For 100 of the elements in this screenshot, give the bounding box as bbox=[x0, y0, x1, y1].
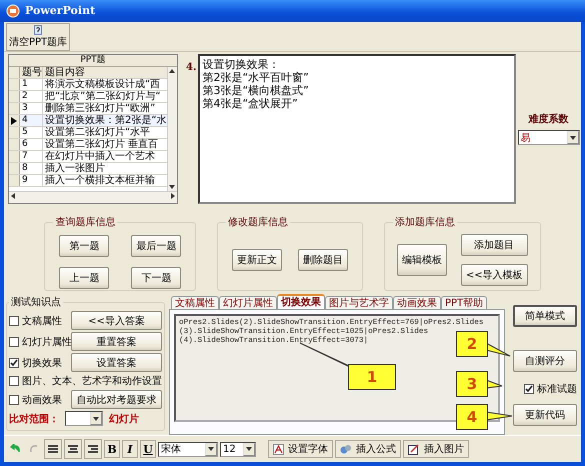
grid-row[interactable]: 1 将演示文稿模板设计成“西 bbox=[9, 79, 167, 92]
tab[interactable]: 文稿属性 bbox=[171, 296, 219, 310]
tab[interactable]: PPT帮助 bbox=[441, 296, 488, 310]
align-center-icon[interactable] bbox=[64, 439, 82, 460]
align-right-icon[interactable] bbox=[84, 439, 102, 460]
action-button[interactable]: 更新正文 bbox=[232, 248, 282, 271]
grid-row[interactable]: 9 插入一个横排文本框并输 bbox=[9, 175, 167, 188]
tab[interactable]: 图片与艺术字 bbox=[325, 296, 393, 310]
action-button[interactable]: 自动比对考题要求 bbox=[71, 390, 162, 410]
table-cell-text: 插入一个横排文本框并输 bbox=[44, 175, 156, 186]
table-cell: 6 bbox=[20, 139, 43, 150]
scroll-arrow-icon[interactable] bbox=[9, 192, 17, 200]
action-button[interactable]: 添加题目 bbox=[460, 234, 528, 256]
clear-bank-button[interactable]: 清空PPT题库 bbox=[6, 22, 70, 51]
checkbox[interactable] bbox=[9, 394, 19, 405]
insert-picture-icon bbox=[408, 444, 420, 455]
row-header[interactable] bbox=[9, 115, 20, 126]
callout-label: 4 bbox=[456, 404, 488, 430]
action-button[interactable]: 设置答案 bbox=[71, 353, 162, 372]
scroll-arrow-icon[interactable] bbox=[245, 445, 253, 454]
callout-label: 1 bbox=[348, 364, 396, 390]
table-cell: 1 bbox=[20, 79, 43, 90]
column-header[interactable]: 题号 bbox=[20, 67, 43, 78]
row-pointer-icon bbox=[11, 116, 17, 125]
checkbox[interactable] bbox=[9, 316, 19, 326]
range-label: 比对范围： bbox=[9, 412, 59, 426]
tab[interactable]: 切换效果 bbox=[277, 294, 325, 310]
table-cell-text: 将演示文稿模板设计成“西 bbox=[44, 79, 162, 90]
table-cell: 9 bbox=[20, 175, 43, 186]
font-dropdown[interactable]: 宋体 bbox=[158, 442, 218, 457]
checkbox-option[interactable]: 切换效果 bbox=[9, 356, 69, 370]
simple-mode-button[interactable]: 简单模式 bbox=[513, 305, 577, 328]
scroll-arrow-icon[interactable] bbox=[168, 67, 176, 76]
checkbox[interactable] bbox=[9, 376, 19, 386]
align-left-icon[interactable] bbox=[44, 439, 62, 460]
table-cell: 5 bbox=[20, 127, 43, 138]
range-dropdown[interactable] bbox=[65, 411, 103, 426]
toolbar-button[interactable]: 设置字体 bbox=[268, 440, 333, 458]
horizontal-scrollbar[interactable] bbox=[9, 191, 177, 204]
checkbox[interactable] bbox=[9, 336, 19, 347]
grid-row[interactable]: 4 设置切换效果：第2张是“水 bbox=[9, 115, 167, 128]
table-cell-text: 插入一张图片 bbox=[44, 163, 106, 174]
self-test-button[interactable]: 自测评分 bbox=[513, 350, 577, 372]
grid-row[interactable]: 2 把“北京”第二张幻灯片与“ bbox=[9, 91, 167, 104]
checkbox-option[interactable]: 文稿属性 bbox=[9, 314, 69, 328]
checkbox[interactable] bbox=[524, 384, 534, 394]
difficulty-label: 难度系数 bbox=[528, 112, 569, 126]
callout-label: 3 bbox=[456, 371, 488, 397]
font-icon bbox=[273, 444, 284, 455]
toolbar-button[interactable]: 插入图片 bbox=[403, 440, 469, 458]
group-title: 修改题库信息 bbox=[227, 216, 290, 230]
column-header[interactable]: 题目内容 bbox=[43, 67, 167, 78]
checkbox[interactable] bbox=[9, 358, 19, 368]
grid-row[interactable]: 8 插入一张图片 bbox=[9, 163, 167, 176]
scroll-arrow-icon[interactable] bbox=[568, 134, 577, 142]
scroll-arrow-icon[interactable] bbox=[92, 414, 100, 423]
table-cell: 3 bbox=[20, 103, 43, 114]
underline-button[interactable]: U bbox=[140, 440, 156, 458]
window-title: PowerPoint bbox=[25, 4, 96, 18]
grid-row[interactable]: 6 设置第二张幻灯片 垂直百 bbox=[9, 139, 167, 152]
action-button[interactable]: 删除题目 bbox=[298, 248, 348, 271]
question-text-area[interactable]: 设置切换效果： 第2张是“水平百叶窗” 第3张是“横向棋盘式” 第4张是“盒状展开” bbox=[198, 54, 516, 204]
bold-button[interactable]: B bbox=[104, 440, 120, 458]
tab[interactable]: 动画效果 bbox=[393, 296, 441, 310]
action-button[interactable]: 最后一题 bbox=[131, 235, 182, 258]
italic-button[interactable]: I bbox=[122, 440, 138, 458]
group-title: 查询题库信息 bbox=[54, 216, 116, 230]
table-cell-text: 设置第二张幻灯片 垂直百 bbox=[44, 139, 160, 150]
checkbox-option[interactable]: 动画效果 bbox=[9, 392, 69, 407]
action-button[interactable]: <<导入模板 bbox=[460, 264, 528, 286]
vertical-scrollbar[interactable] bbox=[166, 67, 177, 192]
table-cell: 7 bbox=[20, 151, 43, 162]
app-icon bbox=[6, 4, 20, 18]
table-cell-text: 设置切换效果：第2张是“水 bbox=[44, 115, 167, 126]
difficulty-dropdown[interactable]: 易 bbox=[518, 130, 580, 146]
grid-title: PPT题 bbox=[9, 55, 177, 68]
table-cell: 8 bbox=[20, 163, 43, 174]
action-button[interactable]: 编辑模板 bbox=[396, 244, 447, 276]
table-cell-text: 设置第二张幻灯片“水平 bbox=[44, 127, 152, 138]
scroll-arrow-icon[interactable] bbox=[207, 445, 215, 454]
table-cell-text: 删除第三张幻灯片“欧洲” bbox=[44, 103, 156, 114]
update-code-button[interactable]: 更新代码 bbox=[513, 404, 577, 426]
action-button[interactable]: 上一题 bbox=[59, 267, 110, 290]
action-button[interactable]: 重置答案 bbox=[71, 332, 162, 352]
tab[interactable]: 幻灯片属性 bbox=[219, 296, 277, 310]
checkbox-option[interactable]: 标准试题 bbox=[524, 382, 577, 396]
table-cell: 2 bbox=[20, 91, 43, 102]
row-header bbox=[9, 67, 20, 78]
action-button[interactable]: 第一题 bbox=[59, 235, 110, 258]
action-button[interactable]: 下一题 bbox=[131, 267, 182, 290]
size-dropdown[interactable]: 12 bbox=[220, 442, 256, 457]
checkbox-option[interactable]: 幻灯片属性 bbox=[9, 334, 69, 349]
toolbar-button[interactable]: 插入公式 bbox=[335, 440, 401, 458]
group-title: 添加题库信息 bbox=[394, 216, 456, 230]
action-button[interactable]: <<导入答案 bbox=[71, 311, 162, 330]
checkbox-option[interactable]: 图片、文本、艺术字和动作设置 bbox=[9, 374, 162, 388]
grid-row[interactable]: 5 设置第二张幻灯片“水平 bbox=[9, 127, 167, 140]
group-title: 测试知识点 bbox=[10, 296, 62, 310]
range-unit: 幻灯片 bbox=[109, 412, 139, 426]
grid-row[interactable]: 7 在幻灯片中插入一个艺术 bbox=[9, 151, 167, 164]
